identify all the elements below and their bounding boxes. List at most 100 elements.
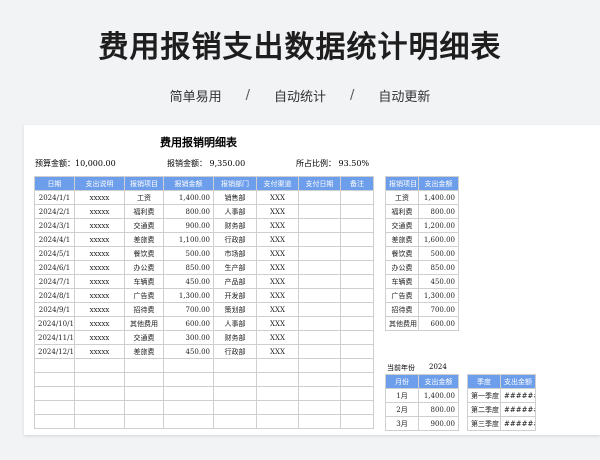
- table-cell: XXX: [256, 316, 299, 331]
- table-cell: [298, 218, 341, 233]
- table-cell: 500.00: [163, 246, 214, 261]
- column-header: 季度: [467, 374, 501, 389]
- column-header: 支付渠道: [256, 176, 299, 191]
- column-header: 支出金额: [500, 374, 536, 389]
- table-row: 2024/12/1 xxxxx 差旅费 450.00 行政部 XXX: [34, 344, 374, 359]
- table-cell: 餐饮费: [385, 246, 419, 261]
- table-cell: 1,100.00: [163, 232, 214, 247]
- table-cell: 行政部: [213, 232, 257, 247]
- table-cell: ########: [500, 388, 536, 403]
- table-row: 2024/9/1 xxxxx 招待费 700.00 策划部 XXX: [34, 302, 374, 317]
- table-row: [34, 414, 374, 429]
- table-cell: xxxxx: [74, 330, 125, 345]
- table-cell: 800.00: [418, 204, 459, 219]
- table-cell: [163, 358, 214, 373]
- column-header: 日期: [34, 176, 75, 191]
- table-cell: 招待费: [124, 302, 164, 317]
- table-row: [34, 400, 374, 415]
- table-cell: [34, 386, 75, 401]
- table-row: 1月 1,400.00: [385, 388, 459, 403]
- table-cell: 450.00: [163, 274, 214, 289]
- table-cell: 450.00: [163, 344, 214, 359]
- table-cell: [298, 246, 341, 261]
- table-cell: [256, 400, 299, 415]
- table-cell: 900.00: [418, 416, 459, 431]
- current-year-value: 2024: [429, 363, 447, 371]
- expense-table: 日期 支出说明 报销项目 报销金额 报销部门 支付渠道 支付日期 备注 2024/1/1 xxx…: [34, 176, 374, 429]
- table-cell: 2024/2/1: [34, 204, 75, 219]
- table-cell: [298, 358, 341, 373]
- table-cell: [340, 190, 374, 205]
- ratio-value: 所占比例： 93.50%: [296, 159, 370, 168]
- table-cell: 1,400.00: [418, 190, 459, 205]
- table-cell: [124, 358, 164, 373]
- table-cell: [34, 400, 75, 415]
- table-row: 2024/10/1 xxxxx 其他费用 600.00 人事部 XXX: [34, 316, 374, 331]
- table-row: [34, 386, 374, 401]
- table-cell: xxxxx: [74, 204, 125, 219]
- table-cell: [298, 302, 341, 317]
- column-header: 月份: [385, 374, 419, 389]
- table-row: 第一季度########: [467, 388, 536, 403]
- table-cell: [298, 232, 341, 247]
- table-cell: 产品部: [213, 274, 257, 289]
- table-cell: 交通费: [385, 218, 419, 233]
- table-cell: [340, 414, 374, 429]
- table-cell: 办公费: [124, 260, 164, 275]
- table-cell: [298, 400, 341, 415]
- table-row: [34, 372, 374, 387]
- table-cell: [340, 302, 374, 317]
- table-cell: [124, 372, 164, 387]
- table-cell: [340, 274, 374, 289]
- table-row: 2024/5/1 xxxxx 餐饮费 500.00 市场部 XXX: [34, 246, 374, 261]
- table-cell: XXX: [256, 274, 299, 289]
- table-row: 车辆费 450.00: [385, 274, 459, 289]
- table-cell: 车辆费: [124, 274, 164, 289]
- table-cell: [298, 190, 341, 205]
- table-cell: [340, 344, 374, 359]
- table-cell: [340, 372, 374, 387]
- table-cell: 850.00: [163, 260, 214, 275]
- table-cell: xxxxx: [74, 344, 125, 359]
- table-cell: [340, 316, 374, 331]
- table-cell: 600.00: [163, 316, 214, 331]
- table-cell: ########: [500, 402, 536, 417]
- table-cell: 2024/12/1: [34, 344, 75, 359]
- table-cell: 餐饮费: [124, 246, 164, 261]
- table-cell: 第二季度: [467, 402, 501, 417]
- table-row: 3月 900.00: [385, 416, 459, 431]
- table-cell: [340, 218, 374, 233]
- column-header: 备注: [340, 176, 374, 191]
- table-cell: [74, 358, 125, 373]
- table-cell: 300.00: [163, 330, 214, 345]
- table-cell: 交通费: [124, 218, 164, 233]
- table-cell: [340, 400, 374, 415]
- table-cell: XXX: [256, 246, 299, 261]
- table-cell: 差旅费: [124, 344, 164, 359]
- table-cell: XXX: [256, 190, 299, 205]
- table-cell: [163, 386, 214, 401]
- table-row: 差旅费 1,600.00: [385, 232, 459, 247]
- table-cell: [74, 372, 125, 387]
- table-cell: xxxxx: [74, 260, 125, 275]
- table-cell: [74, 400, 125, 415]
- table-cell: 700.00: [418, 302, 459, 317]
- table-cell: [34, 414, 75, 429]
- table-cell: [124, 386, 164, 401]
- item-summary-table: 报销项目 支出金额 工资 1,400.00 福利费 800.00 交通费 1,200.00 差…: [385, 176, 459, 331]
- table-cell: 差旅费: [385, 232, 419, 247]
- quarter-summary-table: 季度支出金额 第一季度########第二季度########第三季度#####…: [467, 374, 536, 431]
- table-cell: 招待费: [385, 302, 419, 317]
- table-cell: [74, 414, 125, 429]
- table-cell: 福利费: [124, 204, 164, 219]
- table-row: 2024/7/1 xxxxx 车辆费 450.00 产品部 XXX: [34, 274, 374, 289]
- table-cell: 2024/8/1: [34, 288, 75, 303]
- table-row: 第二季度########: [467, 402, 536, 417]
- table-cell: [213, 400, 257, 415]
- page-title: 费用报销支出数据统计明细表: [98, 30, 502, 65]
- tag-separator: /: [245, 88, 250, 103]
- table-cell: 差旅费: [124, 232, 164, 247]
- table-cell: [256, 358, 299, 373]
- table-cell: 开发部: [213, 288, 257, 303]
- table-row: 2024/1/1 xxxxx 工资 1,400.00 销售部 XXX: [34, 190, 374, 205]
